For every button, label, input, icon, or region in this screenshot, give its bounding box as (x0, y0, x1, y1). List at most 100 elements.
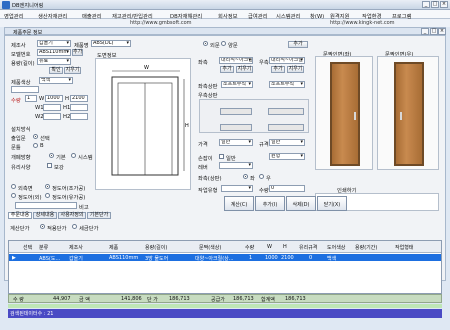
size-label: 규격 (259, 142, 269, 148)
option-c-input[interactable] (220, 124, 252, 131)
qty-input[interactable]: 1 (25, 95, 37, 102)
outside-label: 정도어(외) (18, 195, 42, 201)
col-header[interactable]: 용량(기간) (355, 244, 377, 251)
left-opt-select[interactable]: 소프트부직 (221, 81, 253, 88)
delete-button[interactable]: 삭제(D) (286, 196, 316, 211)
open-opt2-radio[interactable] (71, 153, 76, 158)
w1-input[interactable] (43, 104, 61, 111)
col-header[interactable]: 분류 (39, 244, 48, 251)
w-dimension-mark: W (144, 65, 149, 71)
col-header[interactable]: 유리규격 (299, 244, 317, 251)
outside-a-radio[interactable] (45, 193, 50, 198)
calc-opt2-radio[interactable] (72, 224, 77, 229)
option-a-input[interactable] (220, 108, 252, 115)
right-panel-select[interactable]: 대리석~아크릴 (269, 57, 305, 64)
col-header[interactable]: H (283, 244, 287, 250)
std-radio[interactable] (33, 134, 38, 139)
guide-label: 좌측(상판) (198, 176, 222, 182)
left-panel-select[interactable]: 대리석~아크릴 (219, 57, 253, 64)
color-select[interactable]: 백색 (39, 77, 73, 84)
type-select[interactable]: ABS(DL) (91, 40, 131, 47)
cell: 갑을기 (69, 256, 83, 262)
guide-right-radio[interactable] (259, 174, 264, 179)
close-button[interactable]: × (440, 1, 448, 8)
cell: 1 (249, 255, 253, 261)
col-header[interactable]: 문짝(색상) (199, 244, 221, 251)
col-header[interactable]: 작업형태 (395, 244, 413, 251)
mid-qty-input[interactable]: 0 (269, 185, 305, 192)
col-header[interactable]: 도어색상 (327, 244, 345, 251)
manage-button[interactable]: 추가 (288, 41, 308, 48)
h1-input[interactable] (70, 104, 88, 111)
right-add-button[interactable]: 추가 (271, 66, 285, 73)
sub-maximize-button[interactable]: □ (430, 28, 438, 35)
cell: 대양~아크릴(상... (195, 256, 234, 262)
work-select[interactable] (221, 185, 253, 192)
right-opt-select[interactable]: 소프트부직 (269, 81, 305, 88)
calc-button[interactable]: 계산(C) (224, 196, 254, 211)
reinforce-checkbox[interactable] (47, 163, 52, 168)
clear-button[interactable]: 지우기 (64, 67, 81, 74)
left-add-button[interactable]: 추가 (220, 66, 234, 73)
open-opt1-radio[interactable] (49, 153, 54, 158)
maximize-button[interactable]: □ (431, 1, 439, 8)
inside-a-radio[interactable] (45, 184, 50, 189)
price-select[interactable]: 일반 (219, 139, 253, 146)
bottom-bar (0, 318, 450, 330)
close-form-button[interactable]: 닫기(X) (317, 196, 347, 211)
inside-radio[interactable] (11, 184, 16, 189)
calc-opt1-radio[interactable] (40, 224, 45, 229)
url-right[interactable]: http://www.kingk-net.com (330, 20, 395, 26)
col-header[interactable]: 제조사 (69, 244, 83, 251)
total-value: 186,713 (233, 296, 254, 302)
tab-order[interactable]: 주문내용 (8, 212, 32, 219)
sub-minimize-button[interactable]: _ (421, 28, 429, 35)
guide-right-label: 우 (266, 176, 271, 182)
hinge-select[interactable] (219, 162, 253, 169)
b-radio[interactable] (33, 143, 38, 148)
left-panel-label: 좌측 (198, 60, 208, 66)
order-table: 선택 분류 제조사 제품 용량(길이) 문짝(색상) 수량 W H 유리규격 도… (8, 240, 442, 294)
minimize-button[interactable]: _ (422, 1, 430, 8)
inside-a-label: 정도어(조가공) (52, 186, 86, 192)
model-add-button[interactable]: 추가 (72, 49, 83, 56)
guide-left-radio[interactable] (243, 174, 248, 179)
w-input[interactable]: 1000 (45, 95, 63, 102)
col-header[interactable]: 수량 (245, 244, 254, 251)
url-bar: http://www.gmbsoft.com http://www.kingk-… (0, 19, 450, 27)
cut-checkbox[interactable] (219, 154, 224, 159)
url-left[interactable]: http://www.gmbsoft.com (130, 20, 192, 26)
sub-close-button[interactable]: × (438, 28, 446, 35)
unit-select[interactable]: 유료 (37, 58, 71, 65)
single-door-radio[interactable] (203, 41, 208, 46)
double-door-radio[interactable] (221, 41, 226, 46)
table-row[interactable]: ▶ ABS(도... 갑을기 ABS110mm 3방 물도어 대양~아크릴(상.… (9, 254, 441, 262)
confirm-button[interactable]: 확인 (49, 67, 63, 74)
tab-base-price[interactable]: 기본단가 (87, 212, 111, 219)
col-header[interactable]: W (267, 244, 272, 250)
cell: ABS(도... (39, 256, 61, 262)
w2-input[interactable] (43, 113, 61, 120)
h2-input[interactable] (70, 113, 88, 120)
col-header[interactable]: 선택 (23, 244, 32, 251)
h-input[interactable]: 2100 (70, 95, 88, 102)
client-select[interactable]: 갑을기 (37, 40, 71, 47)
outside-radio[interactable] (11, 193, 16, 198)
model-select[interactable]: ABS110mm (37, 49, 71, 56)
color-code-input[interactable] (11, 86, 39, 93)
model-label: 모델번호 (11, 52, 31, 58)
tab-user[interactable]: 사용자정의 (58, 212, 86, 219)
col-header[interactable]: 제품 (109, 244, 118, 251)
tab-detail[interactable]: 상세내용 (33, 212, 57, 219)
memo-input[interactable] (15, 202, 77, 209)
col-header[interactable]: 용량(길이) (145, 244, 167, 251)
status-text: 검색된데이터수 : 21 (10, 311, 54, 317)
add-button[interactable]: 추가(I) (255, 196, 285, 211)
lever-select[interactable]: 원형 (269, 153, 305, 160)
right-del-button[interactable]: 지우기 (287, 66, 304, 73)
option-d-input[interactable] (268, 124, 304, 131)
left-del-button[interactable]: 지우기 (236, 66, 253, 73)
option-b-input[interactable] (268, 108, 304, 115)
size-select[interactable]: 일반 (269, 139, 305, 146)
right-door-handle (400, 112, 402, 120)
